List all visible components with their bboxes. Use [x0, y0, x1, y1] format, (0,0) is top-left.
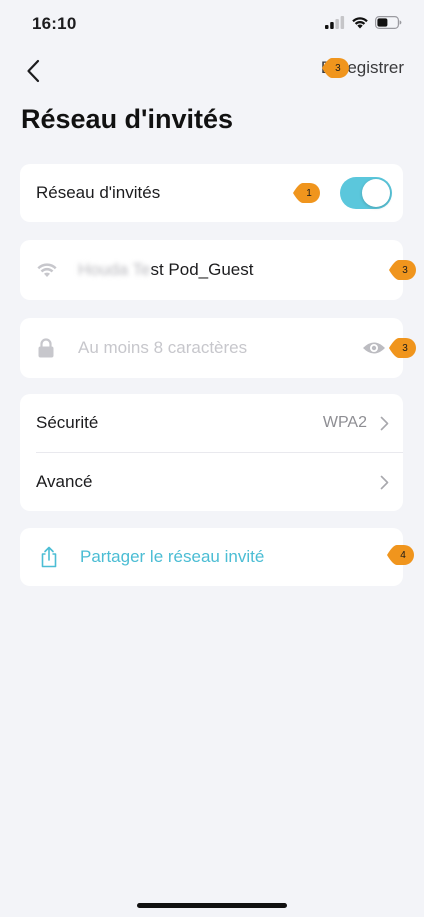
guest-network-label: Réseau d'invités: [36, 183, 161, 202]
share-icon: [41, 546, 57, 568]
marker-pin: 4: [386, 544, 416, 566]
toggle-knob: [362, 179, 390, 207]
marker-label: 4: [400, 549, 406, 561]
share-network-label: Partager le réseau invité: [80, 547, 265, 566]
marker-pin: 1: [292, 182, 322, 204]
security-row[interactable]: Sécurité WPA2: [20, 394, 403, 452]
share-row[interactable]: Partager le réseau invité 4: [20, 528, 414, 586]
screen: 16:10 3 Enregistrer Réseau d'invités Rés…: [0, 0, 424, 917]
home-indicator[interactable]: [137, 903, 287, 908]
status-icons: [325, 16, 402, 29]
status-bar: 16:10: [0, 0, 424, 48]
ssid-field[interactable]: Houda Test Pod_Guest: [78, 260, 253, 280]
guest-network-card: Réseau d'invités 1: [20, 164, 403, 222]
battery-icon: [375, 16, 402, 29]
chevron-left-icon: [27, 59, 40, 83]
marker-label: 3: [402, 342, 408, 354]
back-button[interactable]: [18, 56, 48, 86]
eye-icon[interactable]: [362, 340, 386, 356]
advanced-label: Avancé: [36, 472, 93, 491]
page-title: Réseau d'invités: [21, 104, 234, 134]
marker-pin: 3: [388, 259, 418, 281]
password-input[interactable]: [78, 338, 338, 358]
marker-label: 1: [306, 187, 312, 199]
save-area: 3 Enregistrer: [321, 58, 404, 78]
chevron-right-icon: [380, 416, 389, 431]
security-label: Sécurité: [36, 413, 99, 432]
ssid-card: Houda Test Pod_Guest 3: [20, 240, 416, 300]
share-card: Partager le réseau invité 4: [20, 528, 414, 586]
cellular-signal-icon: [325, 16, 345, 29]
marker-label: 3: [402, 264, 408, 276]
settings-card: Sécurité WPA2 Avancé: [20, 394, 403, 511]
ssid-row[interactable]: Houda Test Pod_Guest 3: [20, 240, 416, 300]
guest-network-toggle[interactable]: [340, 177, 392, 209]
chevron-right-icon: [380, 475, 389, 490]
marker-label: 3: [335, 62, 341, 74]
status-time: 16:10: [32, 14, 77, 33]
wifi-icon: [37, 263, 57, 277]
marker-pin: 3: [321, 57, 351, 79]
lock-icon: [38, 338, 54, 358]
wifi-status-icon: [352, 17, 368, 29]
ssid-visible-text: st Pod_Guest: [150, 260, 254, 279]
marker-pin: 3: [388, 337, 418, 359]
ssid-blurred-text: Houda Te: [78, 260, 151, 279]
password-card: 3: [20, 318, 416, 378]
password-row: 3: [20, 318, 416, 378]
guest-network-row: Réseau d'invités 1: [20, 164, 403, 222]
advanced-row[interactable]: Avancé: [20, 453, 403, 511]
security-value: WPA2: [322, 414, 367, 431]
